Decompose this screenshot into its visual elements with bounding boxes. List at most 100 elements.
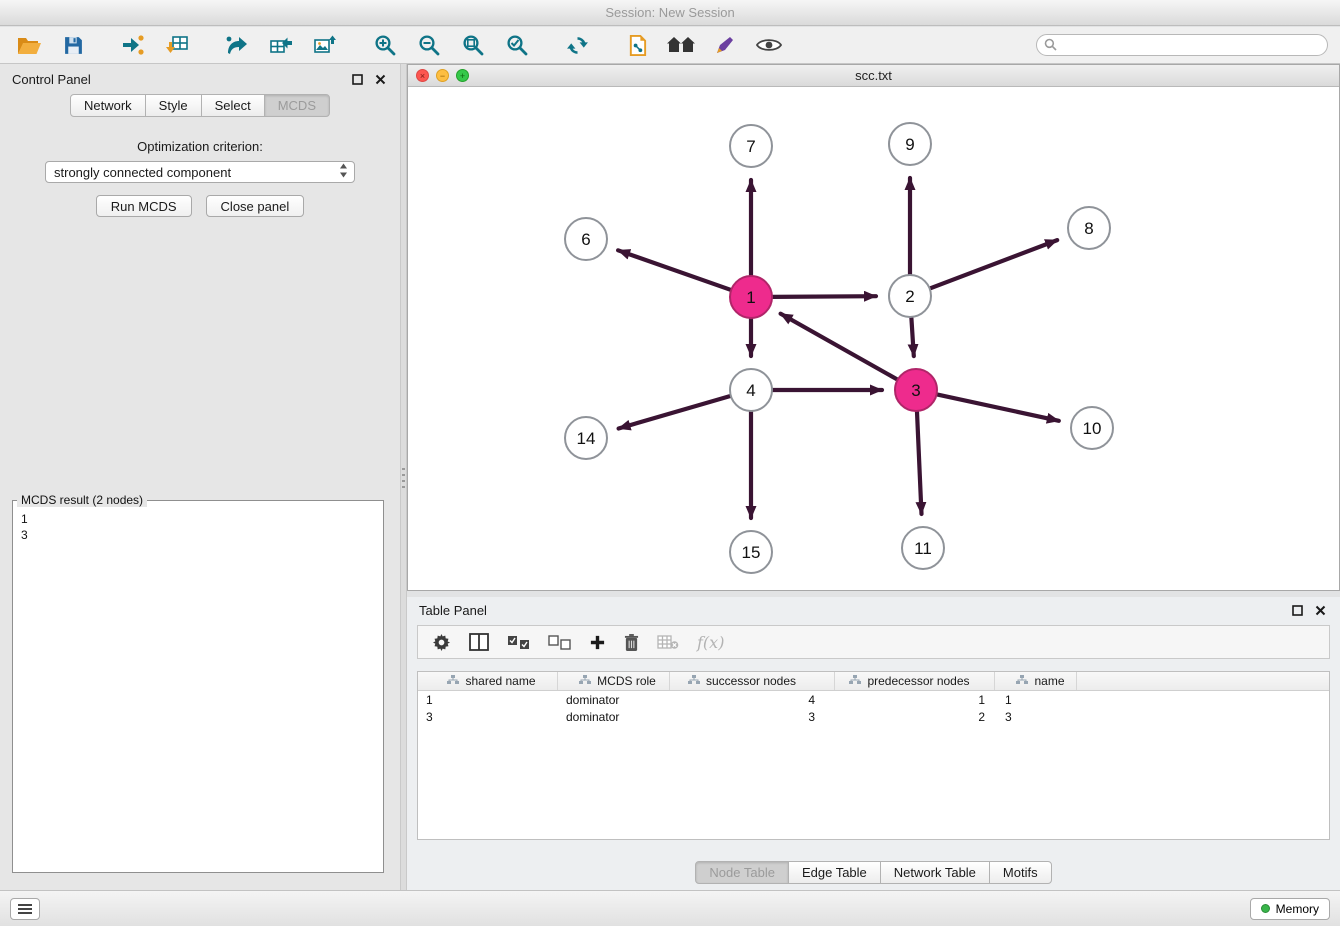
zoom-in-icon[interactable]: [368, 30, 402, 60]
graph-node-7[interactable]: 7: [730, 125, 772, 167]
tab-node-table[interactable]: Node Table: [695, 861, 789, 884]
export-table-icon[interactable]: [264, 30, 298, 60]
network-window-title: scc.txt: [855, 68, 892, 83]
import-network-icon[interactable]: [116, 30, 150, 60]
graph-node-10[interactable]: 10: [1071, 407, 1113, 449]
graph-edge-3-11[interactable]: [917, 412, 922, 514]
mcds-result-value: 3: [21, 527, 375, 543]
graph-edge-2-8[interactable]: [931, 240, 1058, 288]
main-toolbar: [0, 27, 1340, 64]
graph-node-1[interactable]: 1: [730, 276, 772, 318]
close-panel-button[interactable]: Close panel: [206, 195, 305, 217]
minimize-window-icon[interactable]: −: [436, 69, 449, 82]
graph-edge-3-10[interactable]: [938, 395, 1059, 421]
graph-edge-1-6[interactable]: [618, 250, 730, 289]
columns-icon[interactable]: [469, 633, 489, 651]
svg-text:7: 7: [746, 137, 755, 156]
graph-node-6[interactable]: 6: [565, 218, 607, 260]
panel-splitter[interactable]: [400, 64, 407, 890]
import-table-icon[interactable]: [160, 30, 194, 60]
column-header-label: predecessor nodes: [867, 674, 969, 688]
table-cell: 3: [670, 710, 835, 724]
window-titlebar[interactable]: Session: New Session: [0, 0, 1340, 26]
main-toolbar-groups: [12, 30, 812, 60]
float-panel-icon[interactable]: [350, 72, 365, 87]
graph-node-3[interactable]: 3: [895, 369, 937, 411]
tab-edge-table[interactable]: Edge Table: [788, 861, 881, 884]
delete-table-icon[interactable]: [657, 634, 679, 650]
table-cell: 3: [418, 710, 558, 724]
column-header-mcds-role[interactable]: MCDS role: [558, 672, 670, 690]
table-row[interactable]: 3dominator323: [418, 708, 1329, 725]
nested-network-icon[interactable]: [664, 30, 698, 60]
tab-network-table[interactable]: Network Table: [880, 861, 990, 884]
zoom-fit-icon[interactable]: [456, 30, 490, 60]
graph-node-8[interactable]: 8: [1068, 207, 1110, 249]
column-header-label: shared name: [465, 674, 535, 688]
network-window: × − + scc.txt 1 2 3 4 6 7 8 9 10 11 14 15: [407, 64, 1340, 591]
graph-node-14[interactable]: 14: [565, 417, 607, 459]
svg-text:11: 11: [914, 539, 932, 558]
graph-node-2[interactable]: 2: [889, 275, 931, 317]
tree-sort-icon: [1016, 674, 1028, 688]
trash-icon[interactable]: [624, 633, 639, 652]
tab-motifs[interactable]: Motifs: [989, 861, 1052, 884]
tab-select[interactable]: Select: [201, 94, 265, 117]
close-panel-icon[interactable]: [373, 72, 388, 87]
graph-node-4[interactable]: 4: [730, 369, 772, 411]
clipboard-network-icon[interactable]: [620, 30, 654, 60]
memory-status-dot: [1261, 904, 1270, 913]
tab-network[interactable]: Network: [70, 94, 146, 117]
float-table-panel-icon[interactable]: [1290, 603, 1305, 618]
task-history-icon[interactable]: [10, 898, 40, 920]
graph-edge-2-3[interactable]: [911, 318, 913, 356]
table-row[interactable]: 1dominator411: [418, 691, 1329, 708]
deselect-all-icon[interactable]: [548, 635, 571, 650]
node-table-body: 1dominator4113dominator323: [418, 691, 1329, 725]
optimization-criterion-dropdown[interactable]: strongly connected component: [45, 161, 355, 183]
add-row-icon[interactable]: [589, 634, 606, 651]
toolbar-group: [220, 30, 342, 60]
graph-node-9[interactable]: 9: [889, 123, 931, 165]
column-header-name[interactable]: name: [995, 672, 1077, 690]
open-folder-icon[interactable]: [12, 30, 46, 60]
graph-edge-4-14[interactable]: [619, 396, 730, 428]
graph-edge-1-2[interactable]: [773, 296, 876, 297]
toolbar-group: [12, 30, 90, 60]
network-window-titlebar[interactable]: × − + scc.txt: [408, 65, 1339, 87]
zoom-out-icon[interactable]: [412, 30, 446, 60]
graph-node-15[interactable]: 15: [730, 531, 772, 573]
node-table: shared name MCDS rolesuccessor nodes prede…: [417, 671, 1330, 840]
show-hide-icon[interactable]: [752, 30, 786, 60]
graph-node-11[interactable]: 11: [902, 527, 944, 569]
optimization-criterion-label: Optimization criterion:: [0, 139, 400, 154]
search-input[interactable]: [1036, 34, 1328, 56]
tab-style[interactable]: Style: [145, 94, 202, 117]
network-canvas[interactable]: 1 2 3 4 6 7 8 9 10 11 14 15: [408, 87, 1339, 590]
mcds-result-label: MCDS result (2 nodes): [17, 493, 147, 507]
zoom-window-icon[interactable]: +: [456, 69, 469, 82]
run-mcds-button[interactable]: Run MCDS: [96, 195, 192, 217]
save-session-icon[interactable]: [56, 30, 90, 60]
fx-icon[interactable]: f(x): [697, 633, 724, 652]
select-all-icon[interactable]: [507, 635, 530, 650]
apply-layout-icon[interactable]: [560, 30, 594, 60]
table-toolbar: f(x): [417, 625, 1330, 659]
close-table-panel-icon[interactable]: [1313, 603, 1328, 618]
tree-sort-icon: [849, 674, 861, 688]
gear-icon[interactable]: [432, 633, 451, 652]
style-brush-icon[interactable]: [708, 30, 742, 60]
memory-button[interactable]: Memory: [1250, 898, 1330, 920]
column-header-shared-name[interactable]: shared name: [418, 672, 558, 690]
column-header-successor-nodes[interactable]: successor nodes: [670, 672, 835, 690]
close-window-icon[interactable]: ×: [416, 69, 429, 82]
search-icon: [1044, 38, 1057, 54]
column-header-predecessor-nodes[interactable]: predecessor nodes: [835, 672, 995, 690]
svg-text:2: 2: [905, 287, 914, 306]
zoom-selected-icon[interactable]: [500, 30, 534, 60]
tab-mcds[interactable]: MCDS: [264, 94, 330, 117]
export-network-icon[interactable]: [220, 30, 254, 60]
graph-edge-3-1[interactable]: [781, 314, 897, 380]
export-image-icon[interactable]: [308, 30, 342, 60]
svg-text:6: 6: [581, 230, 590, 249]
